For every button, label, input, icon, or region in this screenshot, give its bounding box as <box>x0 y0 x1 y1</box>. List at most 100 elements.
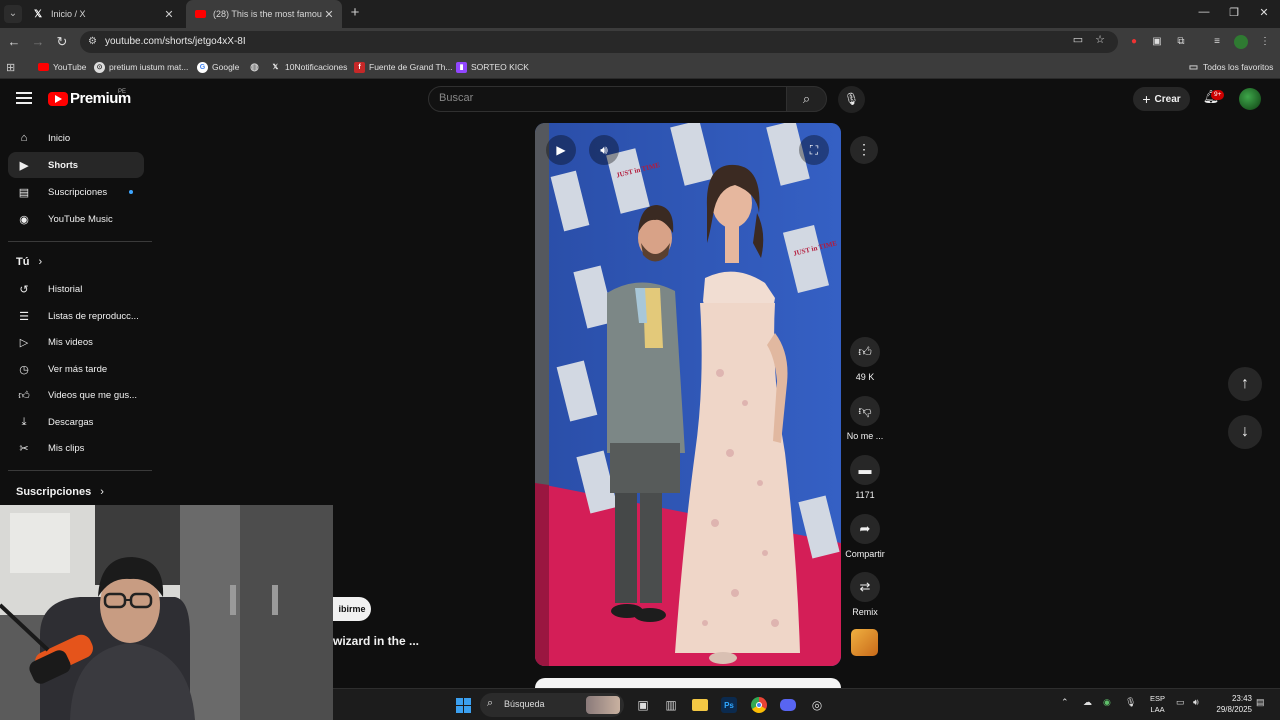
sidebar-item-inicio[interactable]: ⌂ Inicio <box>8 125 144 151</box>
bookmark-globe[interactable]: ◍ <box>249 60 264 74</box>
remix-icon: ⇄ <box>859 579 871 594</box>
dislike-label: No me ... <box>846 431 884 441</box>
bookmark-label: pretium iustum mat... <box>109 62 189 72</box>
arrow-up-icon: ↑ <box>1241 375 1249 392</box>
comments-button[interactable]: ▬ <box>850 455 880 485</box>
discord-icon[interactable] <box>778 695 798 715</box>
search-highlight-icon <box>586 696 620 714</box>
bookmark-sorteo-kick[interactable]: ▮ SORTEO KICK <box>456 60 529 74</box>
close-icon[interactable]: ✕ <box>322 8 336 21</box>
widget-icon[interactable]: ▥ <box>661 695 681 715</box>
language-indicator[interactable]: ESP LAA <box>1150 693 1165 715</box>
youtube-header: Premium PE ⌕ 🎙 + Crear 🔔︎ <box>0 80 1280 118</box>
menu-icon[interactable]: ⋮ <box>1257 34 1273 50</box>
sidebar-item-youtube-music[interactable]: ◉ YouTube Music <box>8 206 144 232</box>
sidebar-item-shorts[interactable]: ▶ Shorts <box>8 152 144 178</box>
subscriptions-section-heading[interactable]: Suscripciones › <box>16 486 104 498</box>
windows-start-icon[interactable] <box>453 695 473 715</box>
like-button[interactable]: 👍︎ <box>850 337 880 367</box>
create-button[interactable]: + Crear <box>1133 87 1190 111</box>
bookmark-youtube[interactable]: YouTube <box>38 60 86 74</box>
onedrive-icon[interactable]: ☁ <box>1083 697 1092 708</box>
site-info-icon[interactable]: ⚙ <box>88 36 100 48</box>
remix-button[interactable]: ⇄ <box>850 572 880 602</box>
volume-button[interactable]: 🔊︎ <box>589 135 619 165</box>
hamburger-menu-icon[interactable] <box>16 92 32 104</box>
profile-avatar[interactable] <box>1233 34 1249 50</box>
microphone-icon[interactable]: 🎙 <box>1125 697 1136 708</box>
dislike-button[interactable]: 👎︎ <box>850 396 880 426</box>
address-bar[interactable]: ⚙ youtube.com/shorts/jetgo4xX-8I <box>80 31 1118 53</box>
comment-count: 1171 <box>855 490 875 500</box>
tab-search-button[interactable]: ⌄ <box>4 5 22 23</box>
bookmark-grand-theft[interactable]: f Fuente de Grand Th... <box>354 60 452 74</box>
close-window-icon[interactable]: ✕ <box>1254 6 1274 19</box>
sidebar-item-mis-clips[interactable]: ✂ Mis clips <box>8 435 144 461</box>
taskbar-clock[interactable]: 23:43 29/8/2025 <box>1216 693 1252 715</box>
forward-icon[interactable]: → <box>29 33 47 51</box>
bookmark-google[interactable]: G Google <box>197 60 239 74</box>
network-icon[interactable]: ▭ <box>1176 697 1185 708</box>
f-icon: f <box>354 61 365 73</box>
back-icon[interactable]: ← <box>5 33 23 51</box>
shorts-video-player[interactable]: JUST in TIME JUST in TIME ▶ 🔊︎ ⛶ <box>535 123 841 666</box>
fullscreen-button[interactable]: ⛶ <box>799 135 829 165</box>
volume-icon[interactable]: 🔊︎ <box>1193 697 1199 708</box>
all-bookmarks[interactable]: ▭ Todos los favoritos <box>1188 60 1274 74</box>
previous-short-button[interactable]: ↑ <box>1228 367 1262 401</box>
you-section-heading[interactable]: Tú › <box>16 256 42 268</box>
short-title[interactable]: wizard in the ... <box>333 634 419 648</box>
task-view-icon[interactable]: ▣ <box>633 695 653 715</box>
photoshop-icon[interactable]: Ps <box>719 695 739 715</box>
language-code: ESP <box>1150 694 1166 703</box>
next-short-button[interactable]: ↓ <box>1228 415 1262 449</box>
sidebar-item-suscripciones[interactable]: ▤ Suscripciones <box>8 179 144 205</box>
taskbar-search[interactable]: ⌕ Búsqueda <box>480 693 624 717</box>
sidebar-item-ver-mas-tarde[interactable]: ◷ Ver más tarde <box>8 356 144 382</box>
avatar[interactable] <box>1239 88 1261 110</box>
extension-icon[interactable]: ● <box>1126 34 1142 50</box>
install-app-icon[interactable]: ▭ <box>1070 33 1086 46</box>
play-button[interactable]: ▶ <box>546 135 576 165</box>
new-content-dot <box>129 190 133 194</box>
tab-x-home[interactable]: 𝕏 Inicio / X ✕ <box>24 0 182 28</box>
chrome-icon[interactable] <box>749 695 769 715</box>
sidebar-item-mis-videos[interactable]: ▷ Mis videos <box>8 329 144 355</box>
sidebar-item-videos-gustan[interactable]: 👍︎ Videos que me gus... <box>8 382 144 408</box>
sidebar-item-historial[interactable]: ↺ Historial <box>8 276 144 302</box>
voice-search-button[interactable]: 🎙 <box>838 86 865 113</box>
search-input[interactable] <box>439 92 769 104</box>
sidebar-item-label: Videos que me gus... <box>48 389 138 401</box>
twitch-icon: ▮ <box>456 61 467 73</box>
tab-youtube-short[interactable]: (28) This is the most famous wi ✕ <box>186 0 342 28</box>
youtube-logo-icon[interactable] <box>48 92 68 106</box>
notification-center-icon[interactable]: ▤ <box>1256 697 1265 708</box>
bookmark-star-icon[interactable]: ☆ <box>1092 33 1108 46</box>
extensions-puzzle-icon[interactable]: ⧉ <box>1173 34 1189 50</box>
share-button[interactable]: ➦ <box>850 514 880 544</box>
sound-thumbnail[interactable] <box>851 629 878 656</box>
extension-icon[interactable]: ▣ <box>1149 34 1165 50</box>
sidebar-item-listas[interactable]: ☰ Listas de reproducc... <box>8 303 144 329</box>
sidebar-item-label: Mis videos <box>48 336 93 348</box>
bookmark-notifications[interactable]: 𝕏 10Notificaciones <box>270 60 348 74</box>
tray-app-icon[interactable]: ◉ <box>1103 697 1111 708</box>
subscribe-button[interactable]: ibirme <box>333 597 371 621</box>
sidebar-item-descargas[interactable]: ⤓ Descargas <box>8 409 144 435</box>
bookmark-label: Google <box>212 62 240 72</box>
new-tab-button[interactable]: + <box>346 4 364 22</box>
bookmark-pretium[interactable]: ⊙ pretium iustum mat... <box>94 60 188 74</box>
search-button[interactable]: ⌕ <box>786 86 827 112</box>
restore-icon[interactable]: ❐ <box>1224 6 1244 19</box>
tray-expand-icon[interactable]: ⌃ <box>1061 697 1069 708</box>
close-icon[interactable]: ✕ <box>162 8 176 21</box>
media-control-icon[interactable]: ≡ <box>1209 34 1225 50</box>
app-icon[interactable]: ◎ <box>807 695 827 715</box>
apps-icon[interactable]: ⊞ <box>6 60 15 74</box>
reload-icon[interactable]: ↻ <box>53 33 71 51</box>
file-explorer-icon[interactable] <box>690 695 710 715</box>
minimize-icon[interactable]: — <box>1194 6 1214 18</box>
sidebar-item-label: Ver más tarde <box>48 363 108 375</box>
section-heading-label: Tú <box>16 256 30 268</box>
more-options-button[interactable]: ⋮ <box>850 136 878 164</box>
